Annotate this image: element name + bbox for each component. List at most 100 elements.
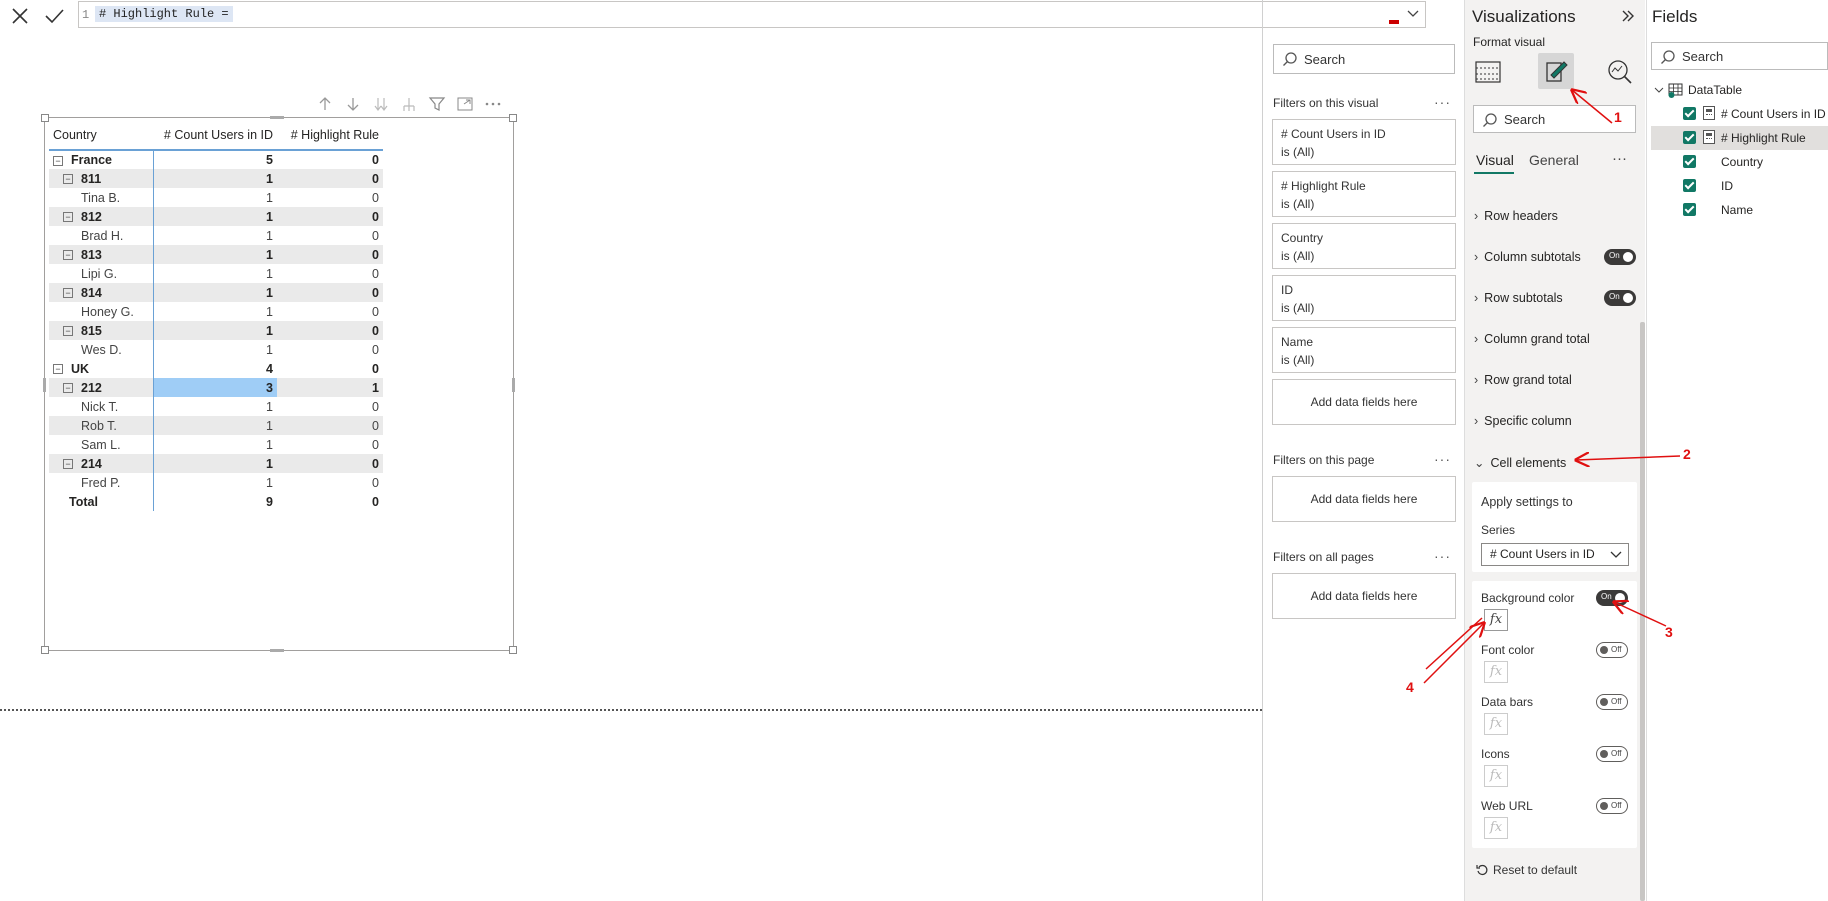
count-users-cell[interactable]: 1 (152, 416, 277, 435)
font-color-fx-button[interactable]: fx (1484, 661, 1508, 683)
collapse-row-icon[interactable]: − (63, 250, 73, 261)
row-header-cell[interactable]: Tina B. (49, 188, 153, 207)
filter-card[interactable]: Country is (All) (1272, 223, 1456, 269)
cancel-formula-icon[interactable] (8, 4, 32, 28)
highlight-rule-cell[interactable]: 0 (277, 169, 383, 188)
row-header-cell[interactable]: Fred P. (49, 473, 153, 492)
table-row[interactable]: − France 5 0 (49, 150, 383, 169)
highlight-rule-cell[interactable]: 0 (277, 473, 383, 492)
count-users-cell[interactable]: 1 (152, 207, 277, 226)
more-options-icon[interactable] (484, 96, 502, 112)
more-options-icon[interactable]: ··· (1434, 94, 1451, 110)
focus-mode-icon[interactable] (456, 96, 474, 112)
count-users-cell[interactable]: 4 (152, 359, 277, 378)
add-report-filter-dropzone[interactable]: Add data fields here (1272, 573, 1456, 619)
collapse-row-icon[interactable]: − (63, 212, 73, 223)
resize-handle[interactable] (43, 378, 46, 392)
collapse-row-icon[interactable]: − (63, 174, 73, 185)
highlight-rule-cell[interactable]: 0 (277, 359, 383, 378)
field-checkbox[interactable] (1683, 179, 1696, 192)
row-header-cell[interactable]: Wes D. (49, 340, 153, 359)
collapse-row-icon[interactable]: − (63, 288, 73, 299)
field-checkbox[interactable] (1683, 131, 1696, 144)
field-item-count-users[interactable]: # Count Users in ID (1721, 107, 1826, 121)
table-row[interactable]: − UK 4 0 (49, 359, 383, 378)
section-row-headers[interactable]: › Row headers (1474, 209, 1558, 223)
row-header-cell[interactable]: Brad H. (49, 226, 153, 245)
more-options-icon[interactable]: ··· (1434, 451, 1451, 467)
filter-icon[interactable] (428, 96, 446, 112)
add-page-filter-dropzone[interactable]: Add data fields here (1272, 476, 1456, 522)
resize-handle[interactable] (41, 646, 49, 654)
highlight-rule-cell[interactable]: 0 (277, 188, 383, 207)
table-row[interactable]: Nick T. 1 0 (49, 397, 383, 416)
collapse-row-icon[interactable]: − (53, 364, 63, 375)
arrow-down-icon[interactable] (344, 96, 362, 112)
count-users-cell[interactable]: 1 (152, 226, 277, 245)
field-checkbox[interactable] (1683, 203, 1696, 216)
row-header-cell[interactable]: − France (49, 150, 153, 169)
table-row[interactable]: −814 1 0 (49, 283, 383, 302)
web-url-toggle[interactable]: Off (1596, 798, 1628, 814)
highlight-rule-cell[interactable]: 0 (277, 226, 383, 245)
count-users-cell[interactable]: 1 (152, 302, 277, 321)
row-header-cell[interactable]: Honey G. (49, 302, 153, 321)
tab-visual[interactable]: Visual (1476, 152, 1514, 168)
table-row[interactable]: −811 1 0 (49, 169, 383, 188)
section-column-subtotals[interactable]: › Column subtotals (1474, 250, 1581, 264)
row-header-cell[interactable]: −212 (49, 378, 153, 397)
column-header-highlight-rule[interactable]: # Highlight Rule (277, 122, 383, 151)
data-bars-fx-button[interactable]: fx (1484, 713, 1508, 735)
section-specific-column[interactable]: › Specific column (1474, 414, 1572, 428)
row-subtotals-toggle[interactable]: On (1604, 290, 1636, 306)
table-row[interactable]: Wes D. 1 0 (49, 340, 383, 359)
table-row[interactable]: −212 3 1 (49, 378, 383, 397)
count-users-cell[interactable]: 1 (152, 397, 277, 416)
table-row[interactable]: Fred P. 1 0 (49, 473, 383, 492)
highlight-rule-cell[interactable]: 0 (277, 150, 383, 169)
section-row-subtotals[interactable]: › Row subtotals (1474, 291, 1563, 305)
row-header-cell[interactable]: − UK (49, 359, 153, 378)
more-options-icon[interactable]: ··· (1434, 548, 1451, 564)
chevron-down-icon[interactable] (1407, 10, 1419, 18)
section-cell-elements[interactable]: ⌄ Cell elements (1474, 455, 1566, 470)
row-header-cell[interactable]: Rob T. (49, 416, 153, 435)
highlight-rule-cell[interactable]: 0 (277, 321, 383, 340)
resize-handle[interactable] (509, 114, 517, 122)
highlight-rule-cell[interactable]: 0 (277, 207, 383, 226)
column-header-country[interactable]: Country (49, 122, 153, 151)
highlight-rule-cell[interactable]: 0 (277, 264, 383, 283)
double-arrow-down-icon[interactable] (372, 96, 390, 112)
count-users-cell[interactable]: 1 (152, 169, 277, 188)
formula-bar[interactable]: 1 # Highlight Rule = (78, 1, 1426, 28)
table-row[interactable]: Tina B. 1 0 (49, 188, 383, 207)
series-dropdown[interactable]: # Count Users in ID (1481, 543, 1629, 566)
field-item-highlight-rule[interactable]: # Highlight Rule (1721, 131, 1806, 145)
count-users-cell[interactable]: 1 (152, 340, 277, 359)
collapse-row-icon[interactable]: − (63, 459, 73, 470)
table-row[interactable]: Honey G. 1 0 (49, 302, 383, 321)
count-users-cell[interactable]: 1 (152, 188, 277, 207)
table-row[interactable]: −812 1 0 (49, 207, 383, 226)
table-row[interactable]: Sam L. 1 0 (49, 435, 383, 454)
table-row[interactable]: −813 1 0 (49, 245, 383, 264)
highlight-rule-cell[interactable]: 0 (277, 397, 383, 416)
count-users-cell[interactable]: 5 (152, 150, 277, 169)
filters-search-input[interactable]: Search (1273, 44, 1455, 74)
web-url-fx-button[interactable]: fx (1484, 817, 1508, 839)
build-visual-icon[interactable] (1474, 58, 1502, 86)
row-header-cell[interactable]: −814 (49, 283, 153, 302)
highlight-rule-cell[interactable]: 0 (277, 416, 383, 435)
field-checkbox[interactable] (1683, 155, 1696, 168)
row-header-cell[interactable]: −214 (49, 454, 153, 473)
row-header-cell[interactable]: Sam L. (49, 435, 153, 454)
row-header-cell[interactable]: Lipi G. (49, 264, 153, 283)
resize-handle[interactable] (509, 646, 517, 654)
icons-fx-button[interactable]: fx (1484, 765, 1508, 787)
scrollbar[interactable] (1640, 322, 1645, 901)
row-header-cell[interactable]: −812 (49, 207, 153, 226)
collapse-row-icon[interactable]: − (63, 326, 73, 337)
fields-search-input[interactable]: Search (1651, 42, 1828, 70)
count-users-cell[interactable]: 1 (152, 245, 277, 264)
highlight-rule-cell[interactable]: 0 (277, 340, 383, 359)
